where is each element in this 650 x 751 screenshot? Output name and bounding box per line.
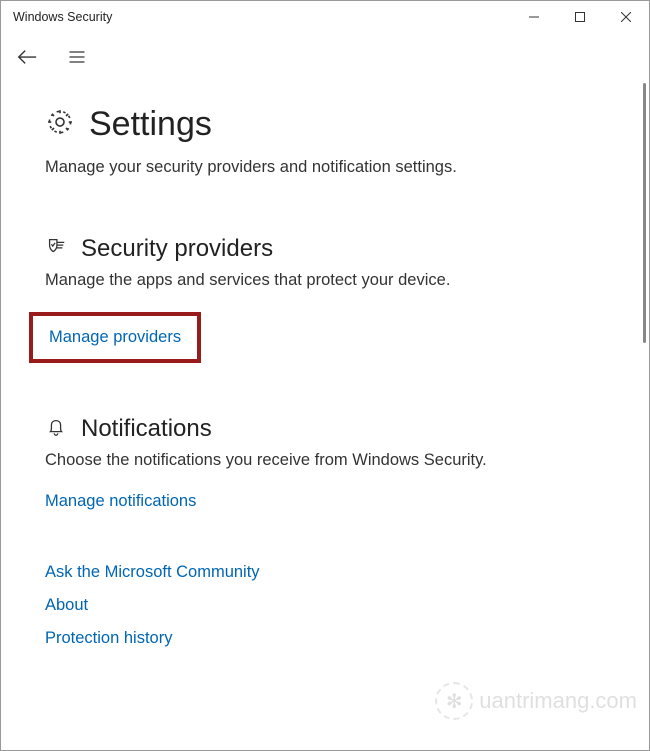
highlight-box: Manage providers xyxy=(29,312,201,363)
watermark-text: uantrimang.com xyxy=(479,688,637,714)
notifications-title: Notifications xyxy=(81,415,212,443)
gear-icon xyxy=(45,107,75,142)
section-header: Notifications xyxy=(45,415,605,443)
security-providers-desc: Manage the apps and services that protec… xyxy=(45,271,605,290)
content-area: Settings Manage your security providers … xyxy=(1,81,649,648)
minimize-button[interactable] xyxy=(511,1,557,33)
security-providers-section: Security providers Manage the apps and s… xyxy=(45,235,605,363)
notifications-section: Notifications Choose the notifications y… xyxy=(45,415,605,511)
security-providers-title: Security providers xyxy=(81,235,273,263)
footer-links: Ask the Microsoft Community About Protec… xyxy=(45,563,605,648)
ask-community-link[interactable]: Ask the Microsoft Community xyxy=(45,563,605,582)
notifications-desc: Choose the notifications you receive fro… xyxy=(45,451,605,470)
page-subtitle: Manage your security providers and notif… xyxy=(45,158,605,177)
close-button[interactable] xyxy=(603,1,649,33)
section-header: Security providers xyxy=(45,235,605,263)
window-controls xyxy=(511,1,649,33)
bell-icon xyxy=(45,416,67,443)
scrollbar[interactable] xyxy=(643,83,646,343)
back-button[interactable] xyxy=(15,45,39,69)
about-link[interactable]: About xyxy=(45,596,605,615)
watermark-icon: ✻ xyxy=(435,682,473,720)
maximize-button[interactable] xyxy=(557,1,603,33)
protection-history-link[interactable]: Protection history xyxy=(45,629,605,648)
menu-button[interactable] xyxy=(65,45,89,69)
titlebar: Windows Security xyxy=(1,1,649,33)
shield-check-icon xyxy=(45,236,67,263)
toolbar xyxy=(1,33,649,81)
manage-notifications-link[interactable]: Manage notifications xyxy=(45,492,196,511)
page-header: Settings xyxy=(45,105,605,144)
manage-providers-link[interactable]: Manage providers xyxy=(49,328,181,347)
watermark: ✻ uantrimang.com xyxy=(435,682,637,720)
window-title: Windows Security xyxy=(13,10,511,24)
page-title: Settings xyxy=(89,105,212,144)
